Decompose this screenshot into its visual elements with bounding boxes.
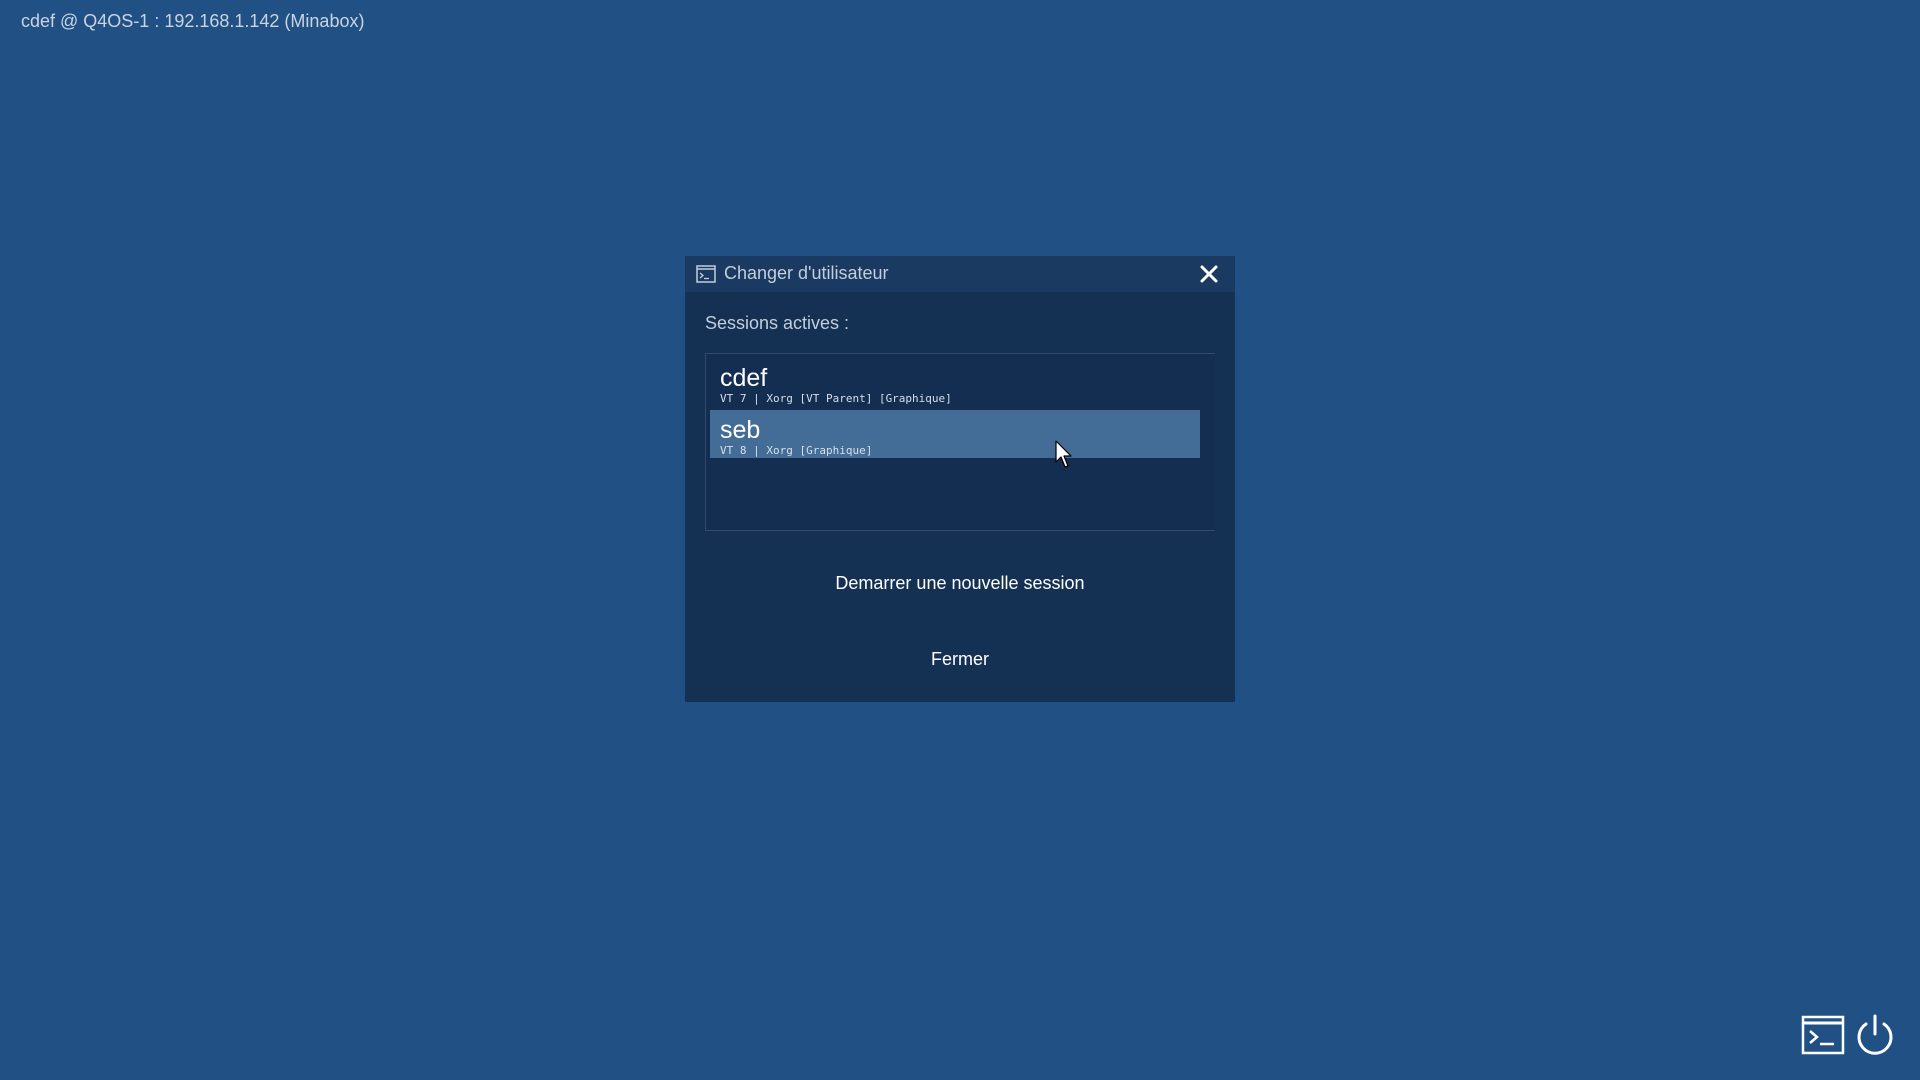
sessions-label: Sessions actives : xyxy=(705,313,850,333)
close-icon[interactable] xyxy=(1198,263,1220,285)
dialog-title: Changer d'utilisateur xyxy=(724,263,889,283)
switch-user-dialog: Changer d'utilisateur Sessions actives :… xyxy=(685,256,1235,702)
session-detail: VT 7 | Xorg [VT Parent] [Graphique] xyxy=(720,392,952,405)
session-name: cdef xyxy=(720,364,768,392)
session-name: seb xyxy=(720,416,761,444)
session-item-cdef[interactable]: cdef VT 7 | Xorg [VT Parent] [Graphique] xyxy=(710,358,1200,406)
terminal-window-icon xyxy=(696,265,716,283)
session-item-seb[interactable]: seb VT 8 | Xorg [Graphique] xyxy=(710,410,1200,458)
terminal-icon[interactable] xyxy=(1801,1015,1845,1055)
session-list[interactable]: cdef VT 7 | Xorg [VT Parent] [Graphique]… xyxy=(705,353,1215,531)
dialog-titlebar: Changer d'utilisateur xyxy=(685,256,1235,292)
close-button[interactable]: Fermer xyxy=(685,649,1235,670)
power-icon[interactable] xyxy=(1854,1014,1896,1058)
new-session-button[interactable]: Demarrer une nouvelle session xyxy=(685,573,1235,594)
host-label: cdef @ Q4OS-1 : 192.168.1.142 (Minabox) xyxy=(21,11,365,31)
session-detail: VT 8 | Xorg [Graphique] xyxy=(720,444,873,457)
